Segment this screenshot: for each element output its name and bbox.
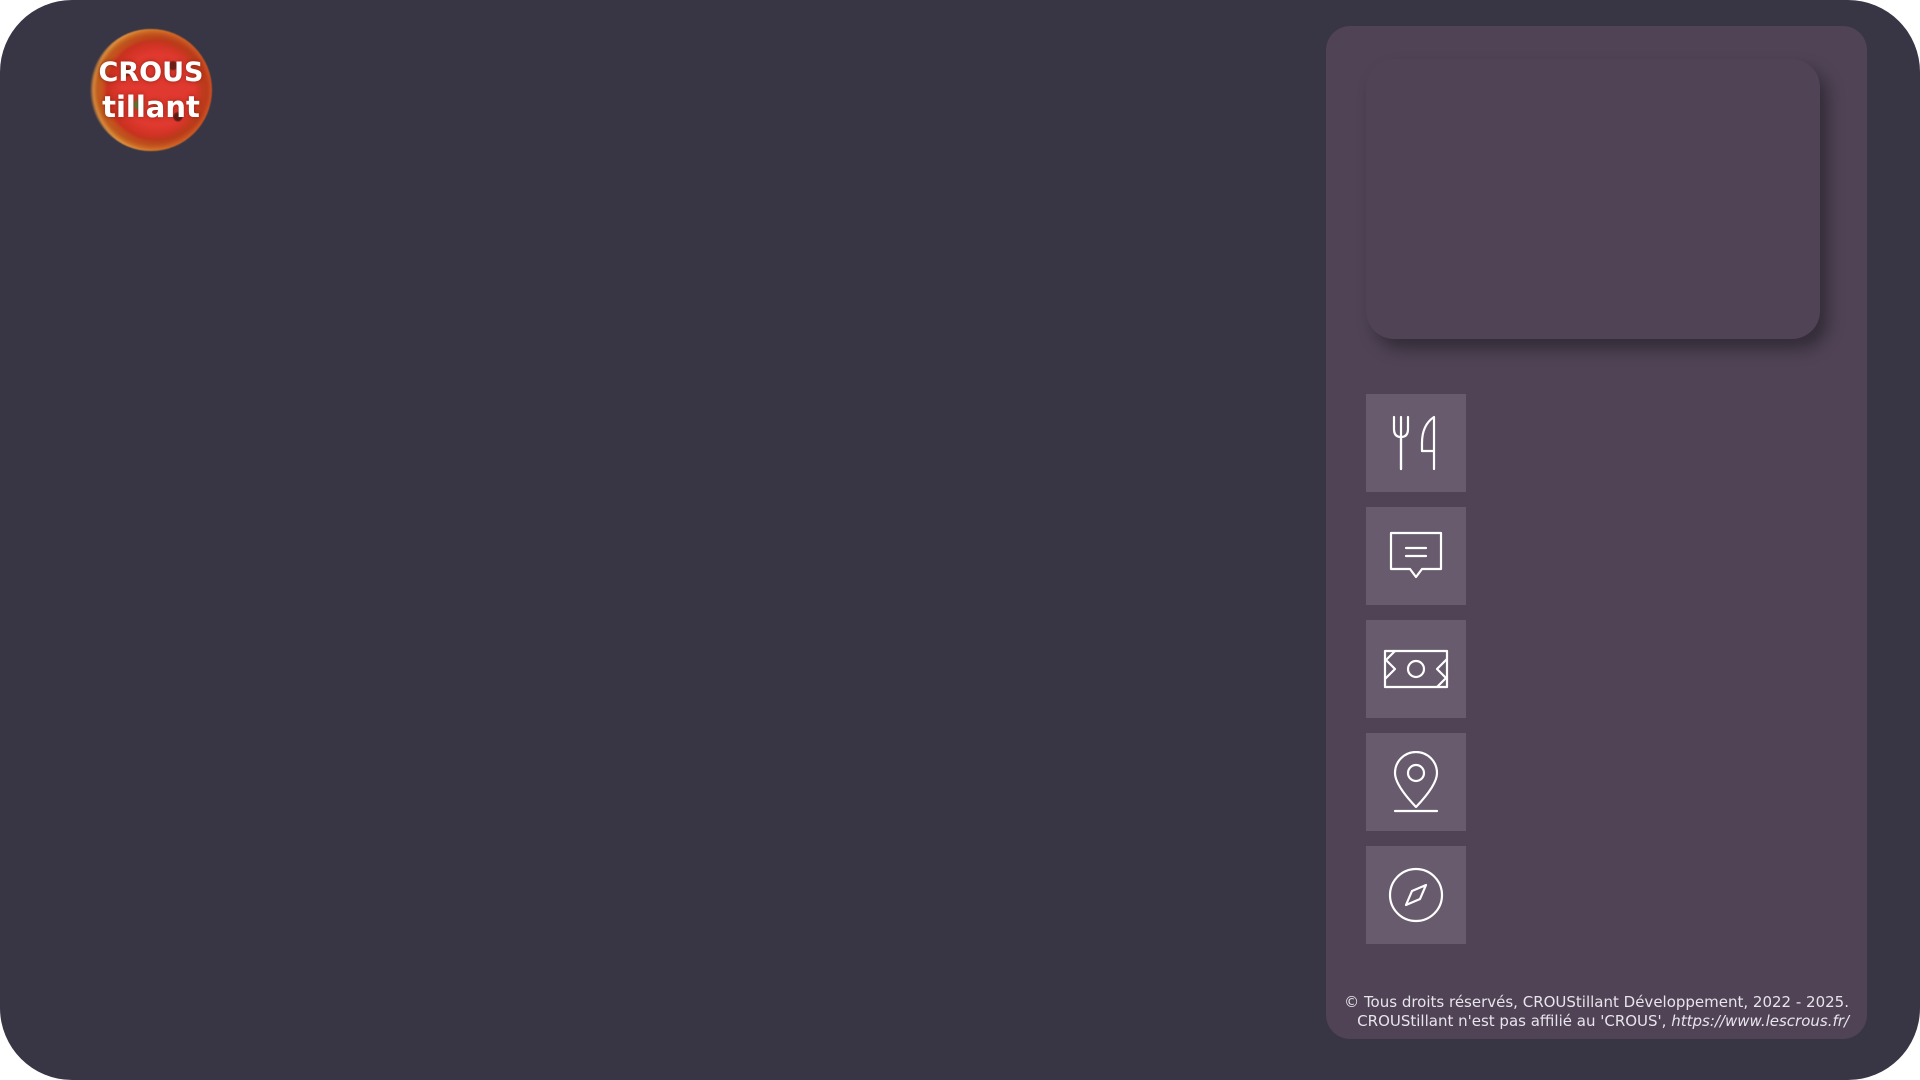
disclaimer-line: CROUStillant n'est pas affilié au 'CROUS… (1329, 1012, 1849, 1031)
logo-text[interactable]: CROUS tillant (90, 29, 212, 151)
logo-line-1: CROUS (98, 57, 204, 88)
side-panel: © Tous droits réservés, CROUStillant Dév… (1326, 26, 1867, 1039)
nav-list (1366, 394, 1466, 959)
nav-button-restaurants[interactable] (1366, 394, 1466, 492)
compass-icon (1388, 867, 1444, 923)
chat-bubble-icon (1389, 531, 1443, 579)
disclaimer-text: CROUStillant n'est pas affilié au 'CROUS… (1357, 1012, 1672, 1030)
map-pin-icon (1393, 751, 1439, 813)
copyright-text: © Tous droits réservés, CROUStillant Dév… (1344, 993, 1849, 1011)
crous-link[interactable]: https://www.lescrous.fr/ (1671, 1012, 1849, 1030)
nav-button-chat[interactable] (1366, 507, 1466, 605)
footer: © Tous droits réservés, CROUStillant Dév… (1329, 993, 1849, 1031)
app-frame: CROUS tillant © Tous droits réservés, CR… (0, 0, 1920, 1080)
nav-button-payment[interactable] (1366, 620, 1466, 718)
logo-line-2: tillant (102, 90, 200, 124)
fork-knife-icon (1392, 415, 1436, 471)
nav-button-explore[interactable] (1366, 846, 1466, 944)
nav-button-location[interactable] (1366, 733, 1466, 831)
banknote-icon (1383, 649, 1449, 689)
info-card (1366, 59, 1820, 339)
